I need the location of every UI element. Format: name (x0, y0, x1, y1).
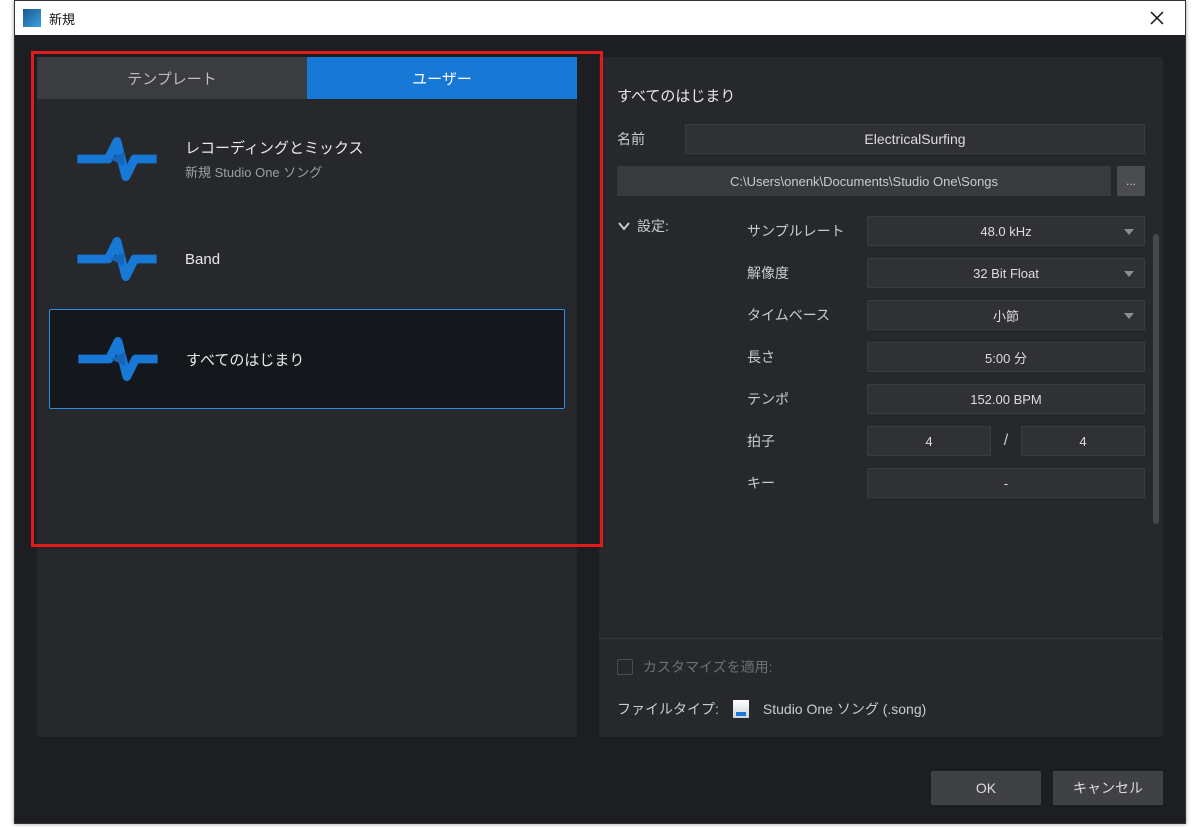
timebase-label: タイムベース (747, 305, 867, 325)
details-header: すべてのはじまり (599, 57, 1163, 124)
song-icon (68, 324, 168, 394)
key-label: キー (747, 473, 867, 493)
template-item-band[interactable]: Band (49, 209, 565, 309)
window-title: 新規 (49, 9, 75, 28)
song-file-icon (733, 700, 749, 718)
close-button[interactable] (1137, 1, 1177, 35)
sample-rate-select[interactable]: 48.0 kHz (867, 216, 1145, 246)
new-song-dialog: 新規 テンプレート ユーザー レコーディン (14, 0, 1186, 824)
customize-label: カスタマイズを適用: (643, 657, 772, 677)
template-pane: テンプレート ユーザー レコーディングとミックス 新規 Studio One ソ… (37, 57, 577, 737)
song-name-input[interactable] (685, 124, 1145, 154)
template-title: Band (185, 251, 220, 268)
template-item-subete[interactable]: すべてのはじまり (49, 309, 565, 409)
browse-button[interactable]: ... (1117, 166, 1145, 196)
close-icon (1150, 11, 1164, 25)
sig-denominator[interactable]: 4 (1021, 426, 1145, 456)
template-title: レコーディングとミックス (185, 137, 364, 158)
app-icon (23, 9, 41, 27)
titlebar: 新規 (15, 1, 1185, 35)
timebase-select[interactable]: 小節 (867, 300, 1145, 330)
song-path-display[interactable]: C:\Users\onenk\Documents\Studio One\Song… (617, 166, 1111, 196)
signature-label: 拍子 (747, 431, 867, 451)
cancel-button[interactable]: キャンセル (1053, 771, 1163, 805)
resolution-select[interactable]: 32 Bit Float (867, 258, 1145, 288)
length-field[interactable]: 5:00 分 (867, 342, 1145, 372)
sig-separator: / (991, 432, 1021, 450)
dialog-body: テンプレート ユーザー レコーディングとミックス 新規 Studio One ソ… (15, 35, 1185, 823)
template-item-recording-mix[interactable]: レコーディングとミックス 新規 Studio One ソング (49, 109, 565, 209)
length-label: 長さ (747, 347, 867, 367)
template-title: すべてのはじまり (186, 349, 304, 370)
name-label: 名前 (617, 129, 685, 149)
chevron-down-icon (617, 219, 631, 233)
resolution-label: 解像度 (747, 263, 867, 283)
tab-template[interactable]: テンプレート (37, 57, 307, 99)
sample-rate-label: サンプルレート (747, 221, 867, 241)
settings-toggle[interactable]: 設定: (617, 216, 747, 236)
tempo-label: テンポ (747, 389, 867, 409)
tab-user[interactable]: ユーザー (307, 57, 577, 99)
tabs: テンプレート ユーザー (37, 57, 577, 99)
ok-button[interactable]: OK (931, 771, 1041, 805)
details-pane: すべてのはじまり 名前 C:\Users\onenk\Documents\Stu… (599, 57, 1163, 737)
filetype-label: ファイルタイプ: (617, 699, 719, 719)
template-list: レコーディングとミックス 新規 Studio One ソング Band (37, 99, 577, 419)
customize-checkbox[interactable] (617, 659, 633, 675)
details-scrollbar[interactable] (1153, 234, 1159, 524)
song-icon (67, 124, 167, 194)
song-icon (67, 224, 167, 294)
template-subtitle: 新規 Studio One ソング (185, 162, 364, 181)
key-field[interactable]: - (867, 468, 1145, 498)
tempo-field[interactable]: 152.00 BPM (867, 384, 1145, 414)
sig-numerator[interactable]: 4 (867, 426, 991, 456)
filetype-value: Studio One ソング (.song) (763, 699, 926, 719)
